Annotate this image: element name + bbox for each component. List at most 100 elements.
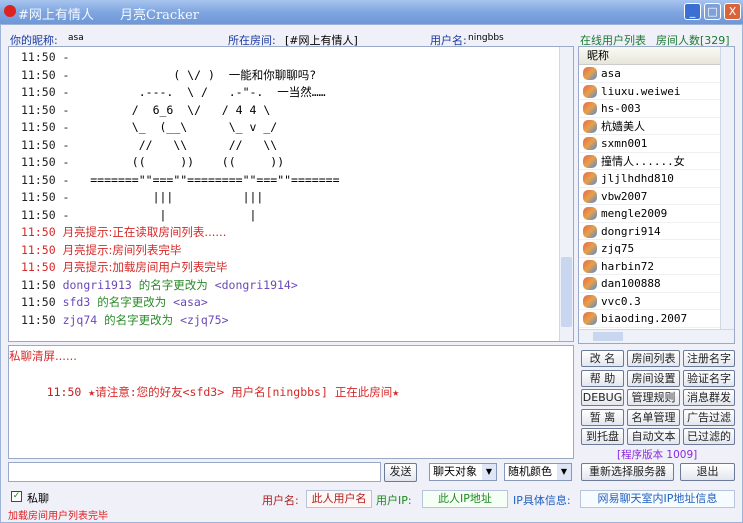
tool-button[interactable]: 自动文本 — [627, 428, 680, 445]
chat-scrollbar[interactable] — [559, 47, 573, 341]
user-list-item[interactable]: 撞情人......女 — [579, 153, 734, 170]
chat-text: / 6_6 \/ / 4 4 \ — [76, 102, 271, 117]
chat-time: 11:50 - — [21, 155, 70, 169]
chat-text: | | — [76, 207, 257, 222]
chat-text: ||| ||| — [76, 190, 264, 204]
system-line: 11:50 月亮提示:房间列表完毕 — [21, 242, 340, 260]
chat-time: 11:50 — [21, 260, 56, 274]
user-list-item[interactable]: 杭嫱美人 — [579, 118, 734, 135]
ip-field[interactable]: 此人IP地址 — [422, 490, 508, 508]
user-list-item[interactable]: harbin72 — [579, 258, 734, 275]
system-line: 11:50 月亮提示:正在读取房间列表...... — [21, 224, 340, 242]
color-select[interactable]: 随机颜色 ▼ — [504, 463, 572, 481]
user-list-item[interactable]: sxmn001 — [579, 135, 734, 153]
tool-button[interactable]: 房间设置 — [627, 369, 680, 387]
chat-target-select[interactable]: 聊天对象 ▼ — [429, 463, 497, 481]
username-value: ningbbs — [468, 33, 504, 43]
user-list-item[interactable]: dan100888 — [579, 275, 734, 293]
tool-button[interactable]: 消息群发 — [683, 389, 735, 406]
tool-button[interactable]: 暂 离 — [581, 408, 624, 426]
user-icon — [583, 102, 597, 115]
system-text: 月亮提示:正在读取房间列表...... — [62, 225, 227, 239]
chat-time: 11:50 - — [21, 172, 70, 187]
user-list-item[interactable]: biaoding.2007 — [579, 310, 734, 328]
tool-button[interactable]: 管理规则 — [627, 389, 680, 406]
old-name: sfd3 — [62, 295, 91, 309]
user-list-header: 昵称 — [579, 47, 734, 65]
private-chat-log[interactable]: 私聊清屏...... 11:50 ★请注意:您的好友<sfd3> 用户名[nin… — [8, 345, 574, 459]
tool-button[interactable]: 帮 助 — [581, 369, 624, 387]
chat-text: =======""===""========""===""======= — [76, 172, 340, 187]
tool-button[interactable]: 注册名字 — [683, 350, 735, 367]
chat-target-value: 聊天对象 — [433, 465, 477, 478]
window-title: #网上有情人 — [18, 8, 94, 23]
system-text: 月亮提示:加载房间用户列表完毕 — [62, 260, 228, 274]
chat-line: 11:50 - — [21, 49, 340, 67]
tool-button[interactable]: DEBUG — [581, 389, 624, 406]
chat-time: 11:50 - — [21, 137, 70, 152]
chat-time: 11:50 - — [21, 120, 70, 134]
old-name: dongri1913 — [62, 277, 132, 292]
private-header: 私聊清屏...... — [9, 349, 77, 363]
user-list-hscroll[interactable] — [579, 329, 734, 343]
maximize-button[interactable]: □ — [704, 3, 721, 20]
ip-info-field[interactable]: 网易聊天室内IP地址信息 — [580, 490, 735, 508]
chat-line: 11:50 - \_ (__\ \_ v _/ — [21, 119, 340, 137]
user-list-item[interactable]: asa — [579, 65, 734, 83]
program-version: [程序版本 1009] — [617, 449, 698, 461]
user-list-item[interactable]: liuxu.weiwei — [579, 83, 734, 100]
user-list-item[interactable]: jljlhdhd810 — [579, 170, 734, 188]
user-name: sxmn001 — [601, 137, 648, 150]
private-checkbox-label: 私聊 — [27, 492, 49, 505]
chat-time: 11:50 - — [21, 207, 70, 222]
chat-time: 11:50 - — [21, 50, 70, 64]
new-name: <dongri1914> — [214, 277, 298, 292]
user-list[interactable]: 昵称 asa liuxu.weiwei hs-003 杭嫱美人 sxmn001 撞情人..… — [578, 46, 735, 344]
window-subtitle: 月亮Cracker — [120, 8, 199, 23]
user-list-item[interactable]: hs-003 — [579, 100, 734, 118]
close-button[interactable]: X — [724, 3, 741, 20]
user-name: harbin72 — [601, 259, 654, 273]
tool-button[interactable]: 已过滤的 — [683, 428, 735, 445]
private-checkbox[interactable]: ✓ — [11, 491, 22, 502]
tool-button[interactable]: 改 名 — [581, 350, 624, 367]
exit-button[interactable]: 退出 — [680, 463, 735, 481]
user-list-item[interactable]: dongri914 — [579, 223, 734, 240]
private-time: 11:50 — [46, 384, 82, 399]
rename-text: 的名字更改为 — [97, 295, 167, 309]
user-list-item[interactable]: vvc0.3 — [579, 293, 734, 310]
chat-time: 11:50 - — [21, 67, 70, 82]
tool-button[interactable]: 到托盘 — [581, 428, 624, 445]
user-icon — [583, 154, 597, 168]
status-text: 加载房间用户列表完毕 — [8, 511, 108, 522]
user-list-vscroll[interactable] — [720, 47, 734, 329]
user-icon — [583, 259, 597, 273]
user-list-item[interactable]: vbw2007 — [579, 188, 734, 205]
send-button[interactable]: 发送 — [384, 463, 417, 482]
ip-label: 用户IP: — [376, 494, 412, 507]
chat-log[interactable]: 11:50 - 11:50 - ( \/ ) 一能和你聊聊吗? 11:50 - .… — [8, 46, 574, 342]
chevron-down-icon: ▼ — [557, 464, 571, 480]
bottom-username-field[interactable]: 此人用户名 — [306, 490, 372, 508]
user-name: asa — [601, 67, 621, 80]
user-icon — [583, 67, 597, 80]
reselect-server-button[interactable]: 重新选择服务器 — [581, 463, 674, 481]
tool-button[interactable]: 名单管理 — [627, 408, 680, 426]
user-list-item[interactable]: mengle2009 — [579, 205, 734, 223]
tool-button[interactable]: 房间列表 — [627, 350, 680, 367]
user-name: 杭嫱美人 — [601, 119, 645, 133]
user-name: zjq75 — [601, 242, 635, 255]
user-icon — [583, 294, 597, 308]
chat-time: 11:50 — [21, 242, 56, 257]
minimize-button[interactable]: _ — [684, 3, 701, 20]
rename-line: 11:50 sfd3 的名字更改为 <asa> — [21, 294, 340, 312]
user-list-item[interactable]: zjq75 — [579, 240, 734, 258]
color-value: 随机颜色 — [508, 465, 552, 478]
chat-line: 11:50 - .---. \ / .-"-. 一当然…… — [21, 84, 340, 102]
tool-button[interactable]: 广告过滤 — [683, 408, 735, 426]
system-text: 月亮提示:房间列表完毕 — [62, 242, 182, 257]
tool-button[interactable]: 验证名字 — [683, 369, 735, 387]
chat-line: 11:50 - (( )) (( )) — [21, 154, 340, 172]
message-input[interactable] — [8, 462, 381, 482]
user-name: 撞情人......女 — [601, 154, 685, 168]
